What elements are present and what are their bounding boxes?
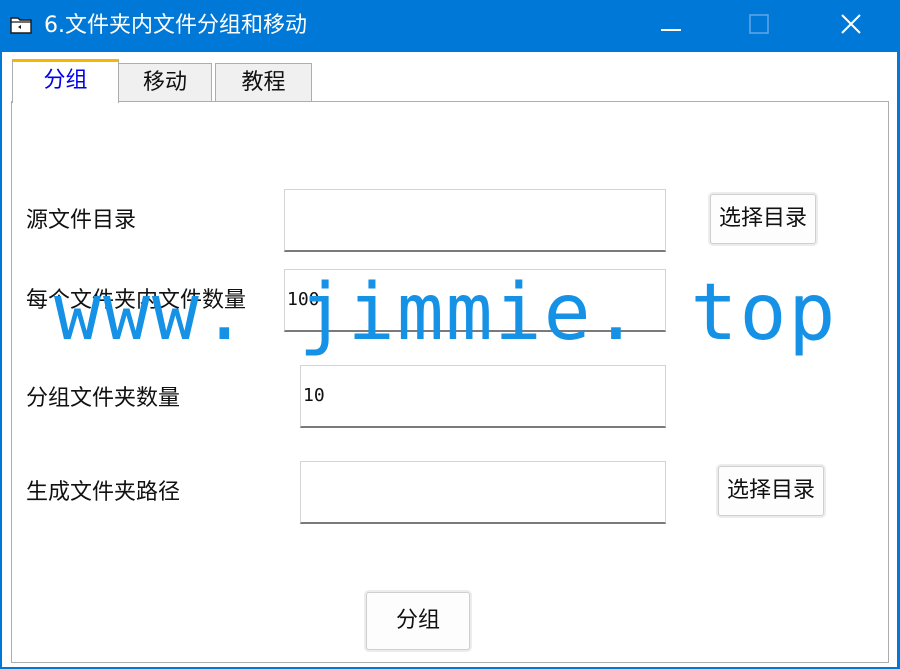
files-per-folder-label: 每个文件夹内文件数量 xyxy=(26,288,247,313)
output-dir-label: 生成文件夹路径 xyxy=(26,480,181,505)
close-button[interactable] xyxy=(820,0,882,52)
source-dir-input[interactable] xyxy=(284,189,666,252)
title-bar[interactable]: 6.文件夹内文件分组和移动 xyxy=(0,0,900,52)
close-icon xyxy=(840,13,862,39)
tab-tutorial[interactable]: 教程 xyxy=(215,63,312,101)
window-title: 6.文件夹内文件分组和移动 xyxy=(44,13,307,38)
app-window: 6.文件夹内文件分组和移动 分组 移动 教程 源文件目录 选择目录 每个文件夹内… xyxy=(0,0,900,669)
minimize-icon xyxy=(661,17,681,36)
tab-move[interactable]: 移动 xyxy=(118,63,212,101)
files-per-folder-input[interactable]: 100 xyxy=(284,269,666,332)
select-output-dir-button[interactable]: 选择目录 xyxy=(718,466,824,516)
maximize-button[interactable] xyxy=(728,0,790,52)
tab-group[interactable]: 分组 xyxy=(12,59,119,103)
group-tab-panel: 源文件目录 选择目录 每个文件夹内文件数量 100 分组文件夹数量 10 生成文… xyxy=(11,101,889,663)
source-dir-label: 源文件目录 xyxy=(26,208,137,233)
folder-icon xyxy=(10,16,32,34)
select-source-dir-button[interactable]: 选择目录 xyxy=(710,194,816,244)
group-count-input[interactable]: 10 xyxy=(300,365,666,428)
group-count-label: 分组文件夹数量 xyxy=(26,386,181,411)
client-area: 分组 移动 教程 源文件目录 选择目录 每个文件夹内文件数量 100 分组文件夹… xyxy=(2,52,897,667)
output-dir-input[interactable] xyxy=(300,461,666,524)
maximize-icon xyxy=(749,14,769,38)
minimize-button[interactable] xyxy=(640,0,702,52)
group-button[interactable]: 分组 xyxy=(366,592,470,650)
